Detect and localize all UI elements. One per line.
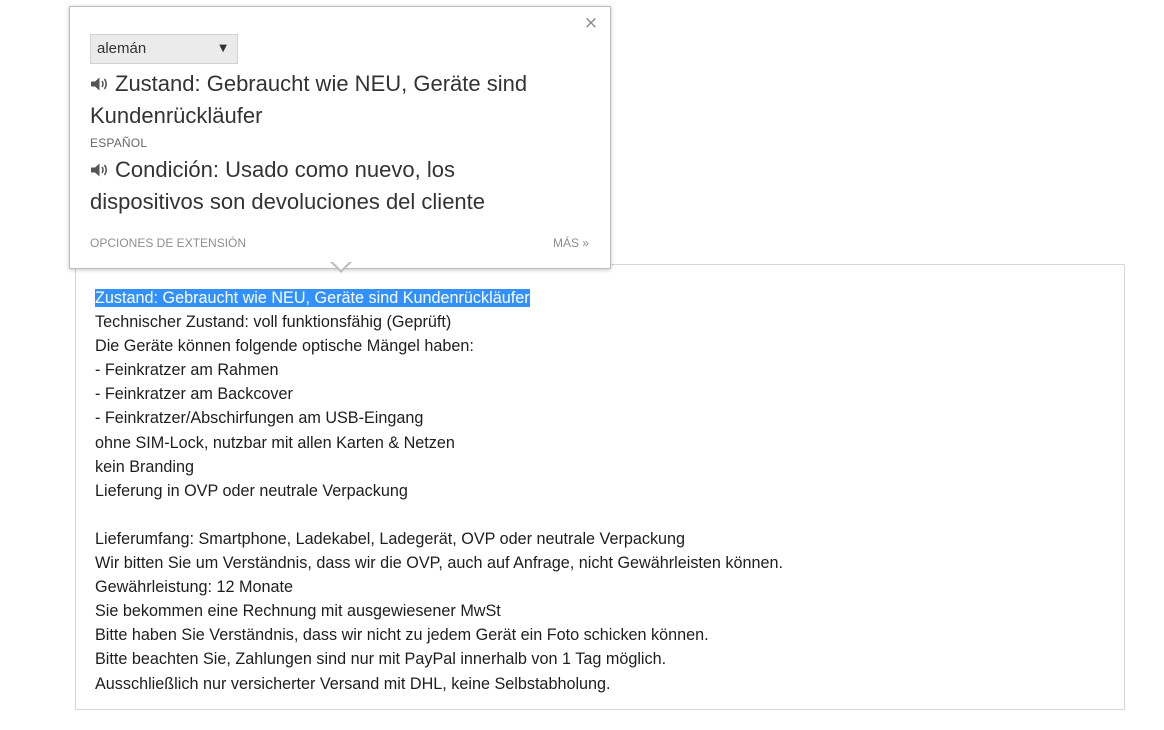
description-line: - Feinkratzer/Abschirfungen am USB-Einga… xyxy=(95,406,783,430)
description-line: Sie bekommen eine Rechnung mit ausgewies… xyxy=(95,599,783,623)
description-line-text: Ausschließlich nur versicherter Versand … xyxy=(95,674,611,693)
source-text: Zustand: Gebraucht wie NEU, Geräte sind … xyxy=(90,71,528,128)
description-line: - Feinkratzer am Backcover xyxy=(95,382,783,406)
more-link[interactable]: MÁS » xyxy=(553,236,589,250)
description-line[interactable]: Zustand: Gebraucht wie NEU, Geräte sind … xyxy=(95,286,783,310)
description-line: - Feinkratzer am Rahmen xyxy=(95,358,783,382)
description-line-text: Gewährleistung: 12 Monate xyxy=(95,578,293,597)
description-line-text: kein Branding xyxy=(95,457,194,476)
extension-options-link[interactable]: OPCIONES DE EXTENSIÓN xyxy=(90,236,246,250)
source-language-value: alemán xyxy=(97,40,147,57)
chevron-down-icon: ▼ xyxy=(219,43,227,54)
description-line-text: Lieferung in OVP oder neutrale Verpackun… xyxy=(95,481,408,500)
translation-popup: × alemán ▼ Zustand: Gebraucht wie NEU, G… xyxy=(69,6,611,269)
target-language-label: ESPAÑOL xyxy=(90,136,148,150)
description-line-text: Bitte beachten Sie, Zahlungen sind nur m… xyxy=(95,650,667,669)
description-line: Bitte haben Sie Verständnis, dass wir ni… xyxy=(95,623,783,647)
description-line: Gewährleistung: 12 Monate xyxy=(95,575,783,599)
description-line: Technischer Zustand: voll funktionsfähig… xyxy=(95,310,783,334)
description-line-text: Lieferumfang: Smartphone, Ladekabel, Lad… xyxy=(95,529,686,548)
description-line: Lieferumfang: Smartphone, Ladekabel, Lad… xyxy=(95,527,783,551)
popup-pointer xyxy=(332,261,350,270)
description-line: Bitte beachten Sie, Zahlungen sind nur m… xyxy=(95,647,783,671)
description-line-text: - Feinkratzer am Rahmen xyxy=(95,361,279,380)
speaker-icon[interactable] xyxy=(90,162,112,178)
translated-text: Condición: Usado como nuevo, los disposi… xyxy=(90,157,486,214)
product-description-box: Zustand: Gebraucht wie NEU, Geräte sind … xyxy=(75,264,1125,710)
description-line-text: - Feinkratzer/Abschirfungen am USB-Einga… xyxy=(95,409,424,428)
description-line-text: Technischer Zustand: voll funktionsfähig… xyxy=(95,313,452,332)
description-line: Wir bitten Sie um Verständnis, dass wir … xyxy=(95,551,783,575)
selected-text[interactable]: Zustand: Gebraucht wie NEU, Geräte sind … xyxy=(95,289,530,307)
description-line: kein Branding xyxy=(95,455,783,479)
description-line-text: Sie bekommen eine Rechnung mit ausgewies… xyxy=(95,602,501,621)
description-line-text: - Feinkratzer am Backcover xyxy=(95,385,293,404)
description-line: Die Geräte können folgende optische Mäng… xyxy=(95,334,783,358)
speaker-icon[interactable] xyxy=(90,76,112,92)
close-icon[interactable]: × xyxy=(583,15,599,32)
description-line: Ausschließlich nur versicherter Versand … xyxy=(95,672,783,696)
description-line-text: Bitte haben Sie Verständnis, dass wir ni… xyxy=(95,626,709,645)
translated-text-block: Condición: Usado como nuevo, los disposi… xyxy=(90,154,560,218)
description-line: Lieferung in OVP oder neutrale Verpackun… xyxy=(95,479,783,503)
description-line-text: Die Geräte können folgende optische Mäng… xyxy=(95,337,474,356)
description-line: ohne SIM-Lock, nutzbar mit allen Karten … xyxy=(95,431,783,455)
description-line-text: Wir bitten Sie um Verständnis, dass wir … xyxy=(95,554,784,573)
source-language-select[interactable]: alemán ▼ xyxy=(90,34,238,64)
description-text: Zustand: Gebraucht wie NEU, Geräte sind … xyxy=(95,286,783,696)
description-line-text: ohne SIM-Lock, nutzbar mit allen Karten … xyxy=(95,433,455,452)
source-text-block: Zustand: Gebraucht wie NEU, Geräte sind … xyxy=(90,68,560,132)
